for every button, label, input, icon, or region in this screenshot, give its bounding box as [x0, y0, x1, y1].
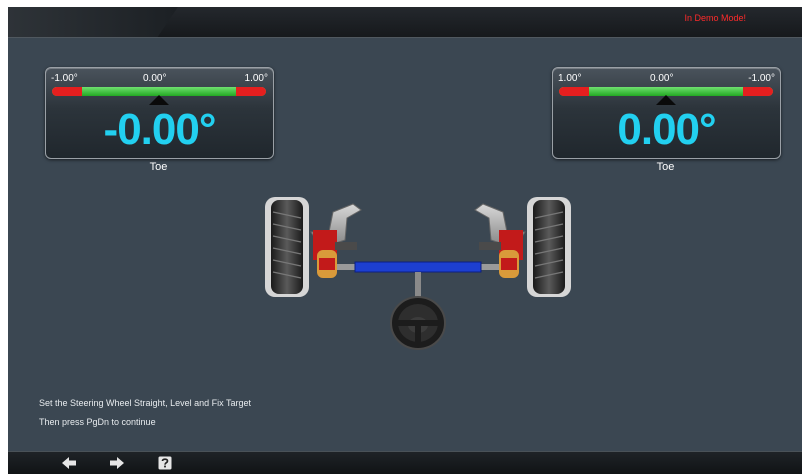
right-toe-gauge: 1.00° 0.00° -1.00° 0.00°: [552, 67, 781, 159]
right-gauge-out-of-range-high: [743, 87, 773, 96]
right-gauge-out-of-range-low: [559, 87, 589, 96]
help-button[interactable]: [156, 455, 174, 471]
left-wheel: [265, 197, 309, 297]
tie-rod: [337, 261, 499, 273]
instruction-line-1: Set the Steering Wheel Straight, Level a…: [39, 398, 251, 408]
right-wheel: [527, 197, 571, 297]
front-axle-illustration: [265, 197, 571, 350]
right-gauge-min-label: 1.00°: [558, 73, 582, 84]
right-gauge-pointer: [656, 95, 676, 105]
left-gauge-out-of-range-low: [52, 87, 82, 96]
right-gauge-max-label: -1.00°: [748, 73, 775, 84]
left-toe-value: -0.00°: [103, 105, 217, 154]
bottom-toolbar: [8, 451, 802, 474]
instruction-line-2: Then press PgDn to continue: [39, 417, 156, 427]
left-gauge-pointer: [149, 95, 169, 105]
left-gauge-min-label: -1.00°: [51, 73, 78, 84]
help-icon: [158, 456, 172, 470]
back-button[interactable]: [60, 455, 78, 471]
left-gauge-caption: Toe: [149, 161, 168, 173]
arrow-right-icon: [110, 457, 124, 469]
arrow-left-icon: [62, 457, 76, 469]
top-bar: In Demo Mode!: [8, 7, 802, 38]
demo-mode-label: In Demo Mode!: [684, 13, 746, 23]
left-toe-gauge: -1.00° 0.00° 1.00° -0.00°: [45, 67, 274, 159]
right-gauge-caption: Toe: [656, 161, 675, 173]
top-bar-tab: [8, 7, 178, 37]
left-gauge-max-label: 1.00°: [244, 73, 268, 84]
left-gauge-mid-label: 0.00°: [143, 73, 167, 84]
right-gauge-mid-label: 0.00°: [650, 73, 674, 84]
app-window: In Demo Mode! -1.00° 0.00° 1.00° -0.00° …: [8, 7, 802, 474]
steering-wheel-icon: [390, 272, 446, 350]
right-toe-value: 0.00°: [617, 105, 716, 154]
left-gauge-out-of-range-high: [236, 87, 266, 96]
next-button[interactable]: [108, 455, 126, 471]
instructions-text: Set the Steering Wheel Straight, Level a…: [39, 394, 251, 432]
